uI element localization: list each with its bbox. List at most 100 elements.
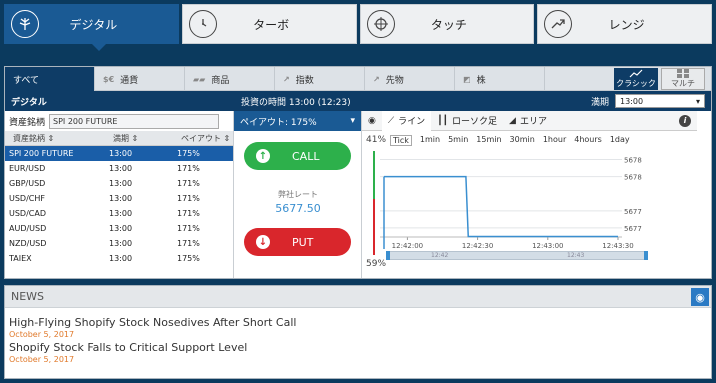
arrow-down-icon: ↓: [256, 235, 270, 249]
currency-icon: $€: [103, 74, 115, 84]
navigator-label: 12:43: [567, 252, 585, 259]
chart-icon: ↗: [373, 74, 380, 84]
rss-icon[interactable]: ◉: [691, 288, 709, 306]
mode-tab-touch[interactable]: タッチ: [359, 4, 535, 44]
interval-5min[interactable]: 5min: [448, 135, 468, 146]
table-row[interactable]: TAIEX 13:00 175%: [5, 251, 233, 266]
interval-1day[interactable]: 1day: [610, 135, 630, 146]
mode-label: デジタル: [69, 17, 118, 32]
expiry-label: 満期: [590, 97, 609, 108]
y-tick-label: 5677.60: [624, 225, 642, 233]
news-headline[interactable]: High-Flying Shopify Stock Nosedives Afte…: [9, 316, 711, 329]
col-header-payout[interactable]: ペイアウト ⇕: [173, 133, 233, 144]
interval-15min[interactable]: 15min: [476, 135, 501, 146]
x-tick-label: 12:43:30: [602, 242, 633, 249]
gold-bars-icon: ▰▰: [193, 74, 206, 84]
time-navigator[interactable]: 12:42 12:43: [386, 251, 648, 260]
category-tab-all[interactable]: すべて: [5, 67, 95, 91]
y-tick-label: 5678.40: [624, 157, 642, 165]
navigator-label: 12:42: [431, 252, 449, 259]
info-icon[interactable]: i: [679, 114, 691, 127]
asset-list: 資産銘柄 SPI 200 FUTURE 資産銘柄 ⇕ 満期 ⇕ ペイアウト ⇕ …: [5, 111, 234, 278]
mode-tab-turbo[interactable]: ターボ: [181, 4, 357, 44]
trend-arrow-icon: [544, 10, 573, 38]
tab-line[interactable]: ⟋ ライン: [381, 110, 432, 131]
interval-1hour[interactable]: 1hour: [543, 135, 566, 146]
news-item[interactable]: High-Flying Shopify Stock Nosedives Afte…: [5, 316, 711, 339]
chart-icon: ↗: [283, 74, 290, 84]
mode-tab-range[interactable]: レンジ: [537, 4, 712, 44]
navigator-left-handle[interactable]: [386, 251, 390, 260]
trend-icon: [629, 69, 643, 78]
table-row[interactable]: EUR/USD 13:00 171%: [5, 161, 233, 176]
category-label: 株: [476, 75, 486, 86]
navigator-right-handle[interactable]: [644, 251, 648, 260]
put-percentage: 59%: [366, 259, 387, 269]
rate-value: 5677.50: [275, 202, 321, 215]
category-tab-currency[interactable]: $€ 通貨: [95, 67, 185, 91]
call-button[interactable]: ↑ CALL: [244, 142, 351, 170]
category-tab-index[interactable]: ↗ 指数: [275, 67, 365, 91]
chart-type-tabs: ◉ ⟋ ライン ┃┃ ローソク足 ◢ エリア i: [362, 110, 697, 131]
investment-time: 投資の時間 13:00 (12:23): [241, 97, 351, 108]
tab-label: エリア: [519, 117, 547, 127]
col-header-expiry[interactable]: 満期 ⇕: [105, 133, 173, 144]
table-row[interactable]: NZD/USD 13:00 171%: [5, 236, 233, 251]
candlestick-icon: ┃┃: [437, 115, 449, 126]
x-tick-label: 12:42:30: [462, 242, 493, 249]
x-tick-label: 12:43:00: [532, 242, 563, 249]
table-row[interactable]: GBP/USD 13:00 171%: [5, 176, 233, 191]
trade-panel: ペイアウト: 175% ▾ ↑ CALL 弊社レート 5677.50 ↓ PUT: [234, 111, 362, 278]
asset-filter-select[interactable]: SPI 200 FUTURE: [49, 113, 220, 129]
news-date: October 5, 2017: [9, 330, 75, 339]
stock-icon: ◩: [463, 74, 471, 84]
interval-4hours[interactable]: 4hours: [574, 135, 602, 146]
interval-30min[interactable]: 30min: [510, 135, 535, 146]
news-headline[interactable]: Shopify Stock Falls to Critical Support …: [9, 341, 711, 354]
table-row[interactable]: SPI 200 FUTURE 13:00 175%: [5, 146, 233, 161]
payout-selector[interactable]: ペイアウト: 175% ▾: [234, 111, 361, 131]
news-title: NEWS: [11, 290, 45, 303]
news-date: October 5, 2017: [9, 355, 75, 364]
category-tab-commodity[interactable]: ▰▰ 商品: [185, 67, 275, 91]
table-row[interactable]: USD/CAD 13:00 171%: [5, 206, 233, 221]
tab-label: ライン: [398, 117, 426, 127]
table-row[interactable]: AUD/USD 13:00 171%: [5, 221, 233, 236]
settings-icon: ◉: [368, 115, 376, 126]
call-gauge: [373, 151, 375, 199]
target-icon: [366, 10, 395, 38]
y-tick-label: 5678.20: [624, 174, 642, 182]
option-type-title: デジタル: [11, 97, 47, 108]
interval-tick[interactable]: Tick: [390, 135, 412, 146]
multi-view-button[interactable]: マルチ: [661, 68, 705, 90]
mode-tabs: デジタル ターボ タッチ レンジ: [4, 4, 712, 51]
put-button[interactable]: ↓ PUT: [244, 228, 351, 256]
put-gauge: [373, 199, 375, 255]
news-item[interactable]: Shopify Stock Falls to Critical Support …: [5, 341, 711, 364]
interval-1min[interactable]: 1min: [420, 135, 440, 146]
mode-label: タッチ: [430, 17, 467, 32]
category-tab-stocks[interactable]: ◩ 株: [455, 67, 545, 91]
tab-area[interactable]: ◢ エリア: [503, 111, 553, 131]
tab-label: ローソク足: [452, 117, 498, 127]
col-header-asset[interactable]: 資産銘柄 ⇕: [5, 133, 105, 144]
active-mode-caret: [91, 43, 107, 51]
category-tab-futures[interactable]: ↗ 先物: [365, 67, 455, 91]
table-row[interactable]: USD/CHF 13:00 171%: [5, 191, 233, 206]
price-chart: ◉ ⟋ ライン ┃┃ ローソク足 ◢ エリア i 41% Tick 1min 5…: [362, 110, 697, 278]
category-label: 商品: [211, 75, 230, 86]
rate-label: 弊社レート: [278, 190, 318, 199]
asset-table-header: 資産銘柄 ⇕ 満期 ⇕ ペイアウト ⇕: [5, 131, 233, 146]
classic-view-button[interactable]: クラシック: [614, 68, 658, 90]
chart-settings-button[interactable]: ◉: [362, 111, 382, 131]
tab-candlestick[interactable]: ┃┃ ローソク足: [431, 111, 503, 131]
category-label: 先物: [385, 75, 404, 86]
area-chart-icon: ◢: [509, 115, 516, 126]
expiry-select[interactable]: 13:00 ▾: [615, 94, 705, 108]
mode-tab-digital[interactable]: デジタル: [4, 4, 179, 51]
option-bar: デジタル 投資の時間 13:00 (12:23) 満期 13:00 ▾: [5, 91, 711, 111]
news-panel: NEWS ◉ High-Flying Shopify Stock Nosediv…: [4, 285, 712, 379]
trading-panel: すべて $€ 通貨 ▰▰ 商品 ↗ 指数 ↗ 先物 ◩ 株 クラシック マルチ …: [4, 66, 712, 279]
y-tick-label: 5677.80: [624, 208, 642, 216]
view-mode-switch: クラシック マルチ: [614, 67, 711, 90]
